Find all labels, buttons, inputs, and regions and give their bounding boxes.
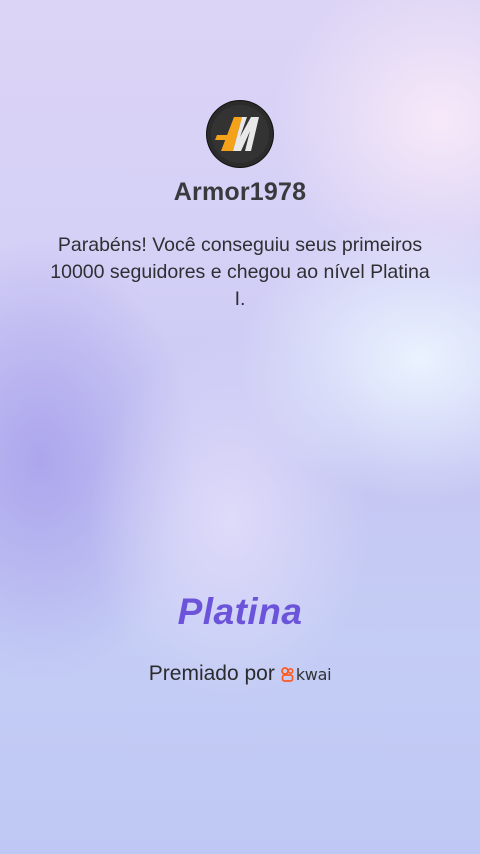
awarded-label: Premiado por bbox=[148, 662, 275, 685]
congratulation-message: Parabéns! Você conseguiu seus primeiros … bbox=[50, 234, 430, 310]
kwai-brand-text: kwai bbox=[295, 664, 332, 684]
kwai-icon bbox=[280, 666, 294, 682]
kwai-logo: kwai bbox=[280, 664, 332, 684]
level-title: Platina bbox=[177, 591, 303, 632]
avatar bbox=[207, 101, 273, 167]
armor-logo-icon bbox=[207, 101, 273, 167]
awarded-by: Premiado por kwai bbox=[0, 662, 480, 686]
username: Armor1978 bbox=[173, 178, 307, 206]
